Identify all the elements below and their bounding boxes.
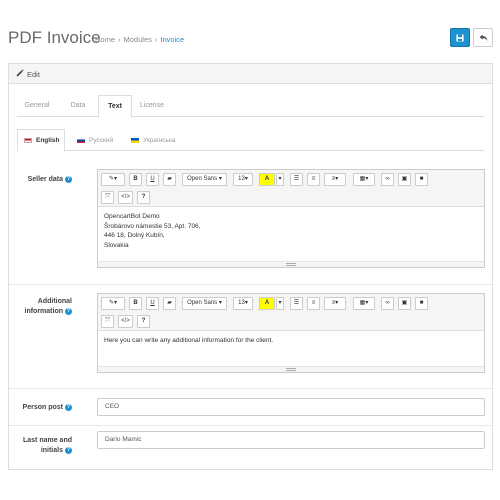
seller-line: OpencartBot Demo — [104, 213, 160, 220]
font-name-dropdown[interactable]: Open Sans ▾ — [182, 297, 227, 310]
eraser-icon[interactable]: ▰ — [163, 173, 176, 186]
seller-data-label: Seller data? — [27, 176, 72, 183]
save-button[interactable] — [450, 28, 470, 47]
code-view-button[interactable]: </> — [118, 191, 133, 204]
align-icon[interactable]: ≡▾ — [324, 173, 346, 186]
video-icon[interactable]: ■ — [415, 173, 428, 186]
underline-button[interactable]: U — [146, 173, 159, 186]
person-post-label: Person post? — [22, 404, 72, 411]
color-dropdown-caret[interactable]: ▾ — [276, 173, 284, 186]
seller-line: 446 18, Dolný Kubín, — [104, 232, 165, 239]
image-icon[interactable]: ▣ — [398, 173, 411, 186]
seller-data-editor: ✎▾ B U ▰ Open Sans ▾ 13▾ A ▾ ☰ ≡ ≡▾ ▦▾ ∞… — [97, 169, 485, 268]
editor-resize-bar[interactable] — [98, 261, 484, 267]
ru-flag-icon — [77, 137, 85, 143]
magic-icon[interactable]: ✎▾ — [101, 297, 125, 310]
edit-panel: Edit General Data Text License English Р… — [8, 63, 493, 470]
page-title: PDF Invoice — [8, 28, 101, 47]
tab-language-russian[interactable]: Русский — [71, 129, 119, 151]
pencil-icon — [16, 69, 24, 77]
help-button[interactable]: ? — [137, 315, 150, 328]
help-icon[interactable]: ? — [65, 447, 72, 454]
table-icon[interactable]: ▦▾ — [353, 173, 375, 186]
help-icon[interactable]: ? — [65, 404, 72, 411]
tab-language-label: Українська — [143, 136, 176, 144]
unordered-list-icon[interactable]: ☰ — [290, 297, 303, 310]
additional-information-label: Additional information? — [24, 298, 72, 315]
save-icon — [456, 33, 464, 42]
editor-toolbar: ✎▾ B U ▰ Open Sans ▾ 13▾ A ▾ ☰ ≡ ≡▾ ▦▾ ∞… — [98, 170, 484, 207]
underline-button[interactable]: U — [146, 297, 159, 310]
bold-button[interactable]: B — [129, 297, 142, 310]
uk-flag-icon — [24, 138, 32, 143]
tab-license[interactable]: License — [134, 95, 170, 117]
breadcrumb-invoice[interactable]: Invoice — [160, 35, 184, 44]
video-icon[interactable]: ■ — [415, 297, 428, 310]
eraser-icon[interactable]: ▰ — [163, 297, 176, 310]
help-icon[interactable]: ? — [65, 176, 72, 183]
ua-flag-icon — [131, 137, 139, 143]
tab-text[interactable]: Text — [98, 95, 132, 118]
magic-icon[interactable]: ✎▾ — [101, 173, 125, 186]
table-icon[interactable]: ▦▾ — [353, 297, 375, 310]
additional-information-editor: ✎▾ B U ▰ Open Sans ▾ 13▾ A ▾ ☰ ≡ ≡▾ ▦▾ ∞… — [97, 293, 485, 373]
image-icon[interactable]: ▣ — [398, 297, 411, 310]
main-tabs: General Data Text License — [17, 95, 484, 118]
fullscreen-icon[interactable]: ⤧ — [101, 315, 114, 328]
color-dropdown-caret[interactable]: ▾ — [276, 297, 284, 310]
breadcrumb-home[interactable]: Home — [95, 35, 115, 44]
seller-line: Slovakia — [104, 241, 129, 249]
resize-grip-icon[interactable] — [286, 263, 296, 266]
bold-button[interactable]: B — [129, 173, 142, 186]
text-color-icon[interactable]: A — [259, 297, 275, 310]
breadcrumb: Home › Modules › Invoice — [95, 35, 185, 44]
person-post-input[interactable]: CEO — [97, 398, 485, 416]
ordered-list-icon[interactable]: ≡ — [307, 297, 320, 310]
additional-information-content[interactable]: Here you can write any additional inform… — [98, 331, 484, 351]
ordered-list-icon[interactable]: ≡ — [307, 173, 320, 186]
tab-language-label: Русский — [89, 136, 114, 144]
tab-general[interactable]: General — [17, 95, 57, 117]
divider — [9, 284, 492, 285]
panel-heading: Edit — [9, 64, 492, 84]
divider — [9, 388, 492, 389]
code-view-button[interactable]: </> — [118, 315, 133, 328]
back-button[interactable] — [473, 28, 493, 47]
last-name-initials-input[interactable]: Dario Mamic — [97, 431, 485, 449]
divider — [9, 425, 492, 426]
last-name-initials-label: Last name and initials? — [22, 437, 72, 454]
tab-language-ukrainian[interactable]: Українська — [125, 129, 187, 151]
resize-grip-icon[interactable] — [286, 368, 296, 371]
help-button[interactable]: ? — [137, 191, 150, 204]
panel-title: Edit — [27, 70, 40, 79]
align-icon[interactable]: ≡▾ — [324, 297, 346, 310]
tab-data[interactable]: Data — [59, 95, 97, 117]
font-size-dropdown[interactable]: 13▾ — [233, 297, 253, 310]
seller-data-content[interactable]: OpencartBot Demo Šrobárovo námestie 53, … — [98, 207, 484, 255]
text-color-icon[interactable]: A — [259, 173, 275, 186]
editor-resize-bar[interactable] — [98, 366, 484, 372]
tab-language-english[interactable]: English — [17, 129, 65, 152]
help-icon[interactable]: ? — [65, 308, 72, 315]
language-tabs: English Русский Українська — [17, 129, 484, 152]
breadcrumb-modules[interactable]: Modules — [124, 35, 152, 44]
link-icon[interactable]: ∞ — [381, 173, 394, 186]
tab-language-label: English — [36, 137, 60, 144]
editor-toolbar: ✎▾ B U ▰ Open Sans ▾ 13▾ A ▾ ☰ ≡ ≡▾ ▦▾ ∞… — [98, 294, 484, 331]
reply-icon — [479, 33, 487, 41]
unordered-list-icon[interactable]: ☰ — [290, 173, 303, 186]
font-size-dropdown[interactable]: 13▾ — [233, 173, 253, 186]
link-icon[interactable]: ∞ — [381, 297, 394, 310]
font-name-dropdown[interactable]: Open Sans ▾ — [182, 173, 227, 186]
fullscreen-icon[interactable]: ⤧ — [101, 191, 114, 204]
seller-line: Šrobárovo námestie 53, Apt. 706, — [104, 222, 201, 230]
